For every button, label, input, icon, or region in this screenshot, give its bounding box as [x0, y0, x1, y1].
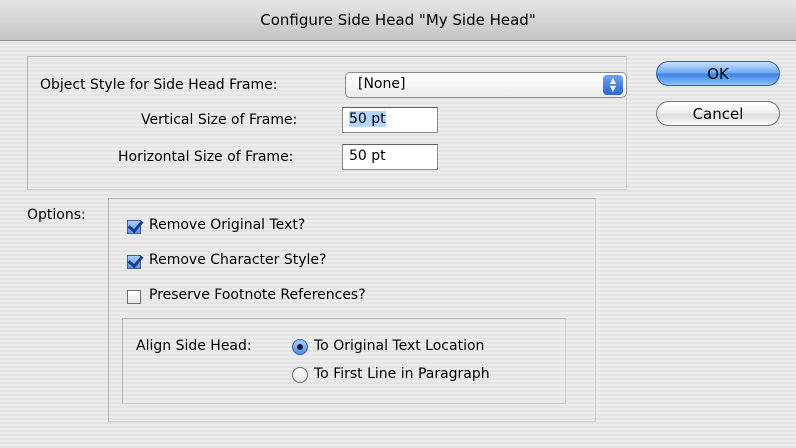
remove-character-style-checkbox[interactable] [127, 255, 141, 269]
align-first-line-label[interactable]: To First Line in Paragraph [314, 366, 490, 382]
align-side-head-label: Align Side Head: [136, 338, 252, 354]
preserve-footnote-checkbox[interactable] [127, 290, 141, 304]
align-original-location-label[interactable]: To Original Text Location [314, 338, 484, 354]
vertical-size-label: Vertical Size of Frame: [141, 112, 298, 128]
vertical-size-field[interactable]: 50 pt [342, 107, 438, 133]
remove-character-style-label[interactable]: Remove Character Style? [149, 252, 326, 268]
horizontal-size-label: Horizontal Size of Frame: [118, 149, 294, 165]
cancel-label: Cancel [692, 104, 744, 123]
align-original-location-radio[interactable] [292, 339, 308, 355]
object-style-popup[interactable]: [None] ▲ ▼ [345, 72, 627, 98]
cancel-button[interactable]: Cancel [656, 101, 780, 126]
remove-original-text-label[interactable]: Remove Original Text? [149, 217, 305, 233]
dialog-title: Configure Side Head "My Side Head" [260, 11, 536, 29]
vertical-size-value: 50 pt [349, 111, 386, 127]
dialog-title-bar: Configure Side Head "My Side Head" [0, 0, 796, 41]
remove-original-text-checkbox[interactable] [127, 220, 141, 234]
preserve-footnote-label[interactable]: Preserve Footnote References? [149, 287, 366, 303]
align-group [122, 318, 566, 404]
ok-label: OK [707, 64, 729, 83]
ok-button[interactable]: OK [656, 61, 780, 86]
updown-arrows-icon: ▲ ▼ [603, 75, 623, 95]
object-style-value: [None] [358, 76, 406, 92]
options-label: Options: [27, 207, 86, 223]
object-style-label: Object Style for Side Head Frame: [40, 77, 278, 93]
horizontal-size-field[interactable]: 50 pt [342, 144, 438, 170]
horizontal-size-value: 50 pt [349, 148, 386, 164]
align-first-line-radio[interactable] [292, 367, 308, 383]
